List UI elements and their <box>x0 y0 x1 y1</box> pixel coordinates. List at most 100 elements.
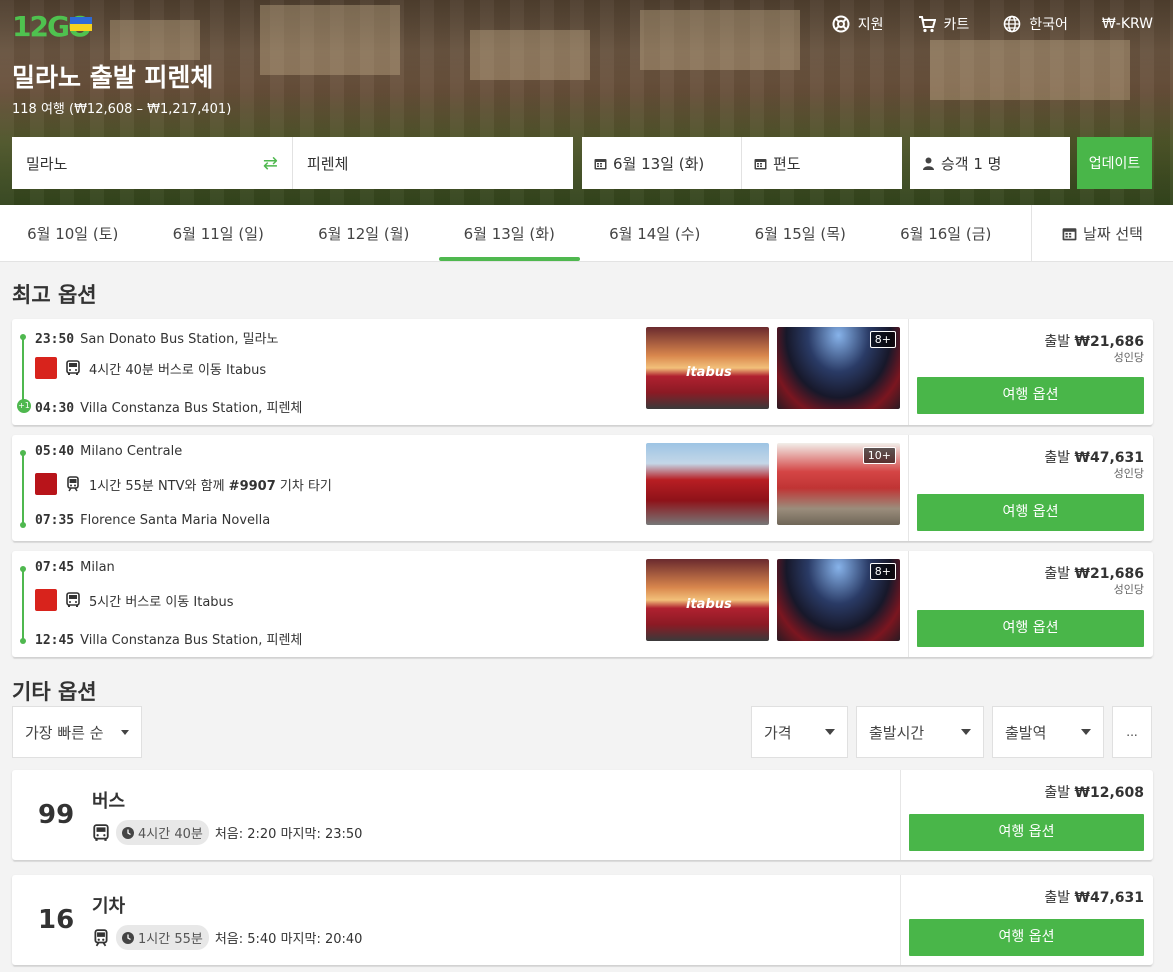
trip-card[interactable]: 07:45 Milan 5시간 버스로 이동 Itabus 12:45 Villa … <box>12 551 1153 657</box>
departure-row: 23:50 San Donato Bus Station, 밀라노 <box>35 328 279 347</box>
date-field[interactable]: 6월 13일 (화) <box>582 137 742 189</box>
trip-options-button[interactable]: 여행 옵션 <box>917 610 1144 647</box>
bus-icon <box>66 592 80 607</box>
transport-group-card[interactable]: 16 기차 1시간 55분 처음: 5:40 마지막: 20:40 출발 ₩47… <box>12 875 1153 965</box>
itabus-logo <box>35 589 57 611</box>
chevron-down-icon <box>1081 729 1091 735</box>
card-divider <box>900 770 901 860</box>
pick-date-label: 날짜 선택 <box>1083 224 1143 243</box>
arrival-station: Florence Santa Maria Novella <box>80 513 271 528</box>
currency-selector[interactable]: ₩-KRW <box>1102 14 1153 34</box>
arrival-row: 12:45 Villa Constanza Bus Station, 피렌체 <box>35 629 302 648</box>
to-value: 피렌체 <box>307 154 349 173</box>
price-value: ₩21,686 <box>1074 566 1144 582</box>
date-tab[interactable]: 6월 11일 (일) <box>146 205 292 261</box>
departure-row: 07:45 Milan <box>35 560 115 575</box>
more-filters-button[interactable]: ... <box>1112 706 1152 758</box>
date-tab[interactable]: 6월 12일 (월) <box>291 205 437 261</box>
departure-time: 23:50 <box>35 332 75 347</box>
date-tab[interactable]: 6월 15일 (목) <box>728 205 874 261</box>
bus-exterior-photo[interactable]: itabus <box>646 559 769 641</box>
summary-text: 1시간 55분 NTV와 함께 <box>89 478 225 494</box>
top-nav: 지원 카트 한국어 ₩-KRW <box>832 14 1153 34</box>
pick-date-button[interactable]: 날짜 선택 <box>1031 205 1173 261</box>
swap-icon[interactable]: ⇄ <box>263 153 278 174</box>
trip-summary: 1시간 55분 NTV와 함께 #9907 기차 타기 <box>89 475 332 494</box>
more-label: ... <box>1126 725 1138 739</box>
bus-icon <box>66 360 80 375</box>
trip-summary-row: 1시간 55분 NTV와 함께 #9907 기차 타기 <box>35 473 332 495</box>
date-tab[interactable]: 6월 14일 (수) <box>582 205 728 261</box>
date-tabs: 6월 10일 (토) 6월 11일 (일) 6월 12일 (월) 6월 13일 … <box>0 205 1173 262</box>
trip-card[interactable]: +1 23:50 San Donato Bus Station, 밀라노 4시간 … <box>12 319 1153 425</box>
trip-options-button[interactable]: 여행 옵션 <box>909 814 1144 851</box>
trip-summary: 5시간 버스로 이동 Itabus <box>89 594 234 610</box>
passengers-field[interactable]: 승객 1 명 <box>910 137 1070 189</box>
sort-select[interactable]: 가장 빠른 순 <box>12 706 142 758</box>
arrival-station: Villa Constanza Bus Station, 피렌체 <box>80 633 303 648</box>
route-line <box>22 453 24 525</box>
date-value: 6월 13일 (화) <box>613 154 705 173</box>
card-divider <box>908 435 909 541</box>
arrival-row: 04:30 Villa Constanza Bus Station, 피렌체 <box>35 397 302 416</box>
passengers-value: 승객 1 명 <box>941 154 1002 173</box>
photo-count-badge: 8+ <box>869 563 896 580</box>
summary-text: 기차 타기 <box>279 478 332 494</box>
arrival-row: 07:35 Florence Santa Maria Novella <box>35 513 270 528</box>
bus-interior-photo[interactable]: 8+ <box>777 559 900 641</box>
trip-summary: 4시간 40분 버스로 이동 Itabus <box>89 362 267 378</box>
date-tab[interactable]: 6월 16일 (금) <box>873 205 1019 261</box>
departure-station: San Donato Bus Station, 밀라노 <box>80 332 279 347</box>
departure-station-filter[interactable]: 출발역 <box>992 706 1104 758</box>
support-label: 지원 <box>857 17 884 33</box>
route-dot <box>20 566 26 572</box>
trip-options-button[interactable]: 여행 옵션 <box>917 377 1144 414</box>
train-interior-photo[interactable]: 10+ <box>777 443 900 525</box>
user-icon <box>923 157 934 170</box>
date-tab-active[interactable]: 6월 13일 (화) <box>437 205 583 261</box>
trip-summary-row: 5시간 버스로 이동 Itabus <box>35 589 234 611</box>
to-field[interactable]: 피렌체 <box>293 137 573 189</box>
price: 출발 ₩21,686 <box>1044 331 1144 351</box>
transport-mode: 버스 <box>92 791 126 812</box>
price-filter-label: 가격 <box>764 723 792 742</box>
bus-exterior-photo[interactable]: itabus <box>646 327 769 409</box>
update-button[interactable]: 업데이트 <box>1077 137 1152 189</box>
arrival-time: 07:35 <box>35 513 75 528</box>
transport-mode: 기차 <box>92 896 126 917</box>
trip-count: 16 <box>38 905 75 935</box>
price-prefix: 출발 <box>1044 334 1071 350</box>
support-link[interactable]: 지원 <box>832 14 884 34</box>
calendar-icon <box>1062 227 1077 240</box>
duration: 1시간 55분 <box>138 932 203 947</box>
per-adult-label: 성인당 <box>1113 467 1144 480</box>
price-prefix: 출발 <box>1044 890 1071 906</box>
currency-label: ₩-KRW <box>1101 16 1153 32</box>
price-prefix: 출발 <box>1044 566 1071 582</box>
transport-group-card[interactable]: 99 버스 4시간 40분 처음: 2:20 마지막: 23:50 출발 ₩12… <box>12 770 1153 860</box>
return-field[interactable]: 편도 <box>742 137 902 189</box>
trip-card[interactable]: 05:40 Milano Centrale 1시간 55분 NTV와 함께 #99… <box>12 435 1153 541</box>
cart-link[interactable]: 카트 <box>918 14 969 34</box>
departure-time: 05:40 <box>35 444 75 459</box>
departure-time-filter[interactable]: 출발시간 <box>856 706 984 758</box>
chevron-down-icon <box>961 729 971 735</box>
trip-options-button[interactable]: 여행 옵션 <box>917 494 1144 531</box>
train-exterior-photo[interactable] <box>646 443 769 525</box>
from-field[interactable]: 밀라노 ⇄ <box>12 137 293 189</box>
price-prefix: 출발 <box>1044 450 1071 466</box>
train-icon <box>94 928 108 946</box>
date-tab[interactable]: 6월 10일 (토) <box>0 205 146 261</box>
trip-options-button[interactable]: 여행 옵션 <box>909 919 1144 956</box>
photo-count-badge: 10+ <box>862 447 896 464</box>
route-dot <box>20 450 26 456</box>
price-filter[interactable]: 가격 <box>751 706 848 758</box>
language-selector[interactable]: 한국어 <box>1003 14 1068 34</box>
bus-interior-photo[interactable]: 8+ <box>777 327 900 409</box>
clock-icon <box>122 931 134 944</box>
trip-summary-row: 4시간 40분 버스로 이동 Itabus <box>35 357 266 379</box>
chevron-down-icon <box>121 729 129 735</box>
other-options-heading: 기타 옵션 <box>12 680 97 704</box>
page-subtitle: 118 여행 (₩12,608 – ₩1,217,401) <box>12 102 232 117</box>
trip-meta: 4시간 40분 처음: 2:20 마지막: 23:50 <box>92 820 362 845</box>
